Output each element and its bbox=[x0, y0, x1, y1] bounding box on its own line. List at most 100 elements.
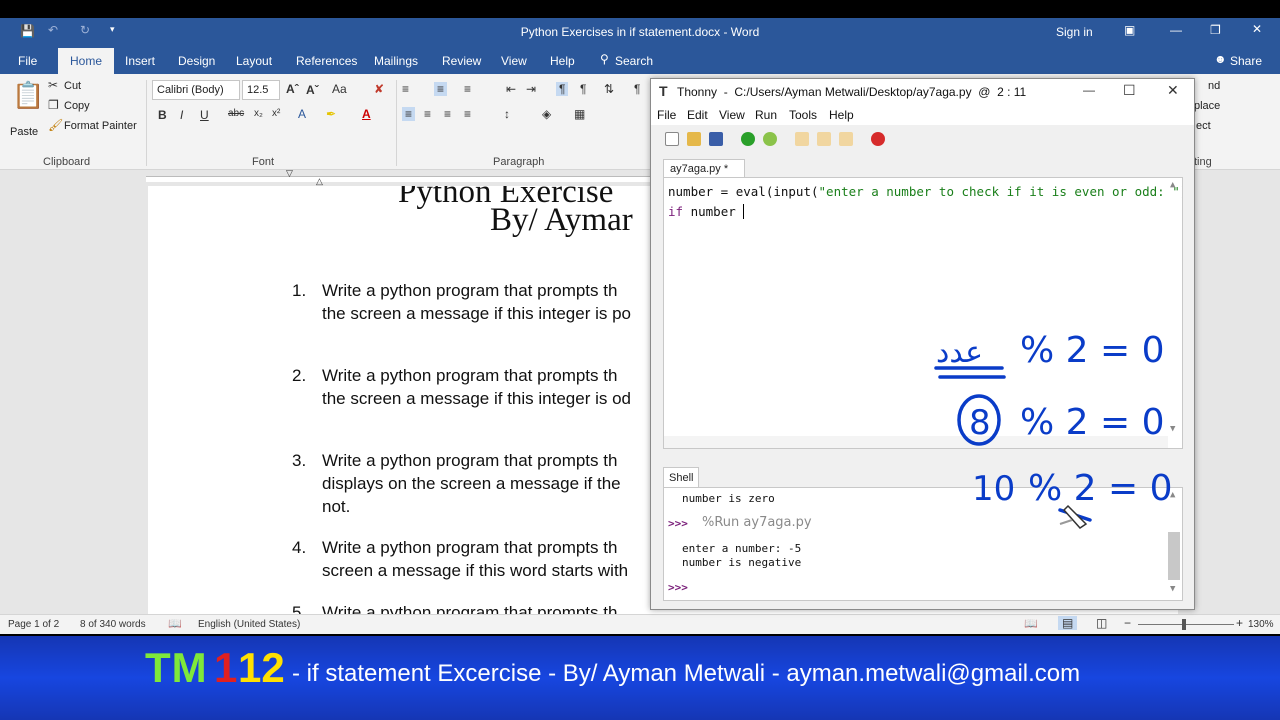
highlight-icon[interactable]: ✒ bbox=[326, 107, 336, 121]
step-out-icon[interactable] bbox=[839, 132, 853, 146]
new-file-icon[interactable] bbox=[665, 132, 679, 146]
font-size-dropdown[interactable]: 12.5 bbox=[242, 80, 280, 100]
zoom-level[interactable]: 130% bbox=[1248, 619, 1274, 630]
sort-icon[interactable]: ⇅ bbox=[604, 82, 614, 96]
decrease-indent-icon[interactable]: ⇤ bbox=[506, 82, 516, 96]
copy-icon[interactable]: ❐ bbox=[48, 98, 59, 112]
ltr-icon[interactable]: ¶ bbox=[556, 82, 569, 96]
clear-formatting-icon[interactable]: ✘ bbox=[374, 82, 384, 96]
page-count[interactable]: Page 1 of 2 bbox=[8, 619, 59, 630]
paste-icon[interactable]: 📋 bbox=[12, 80, 44, 111]
tab-view[interactable]: View bbox=[501, 54, 527, 68]
scroll-down-icon[interactable]: ▼ bbox=[1170, 584, 1175, 594]
menu-file[interactable]: File bbox=[657, 108, 676, 122]
ribbon-display-icon[interactable]: ▣ bbox=[1124, 23, 1135, 37]
thonny-titlebar: T Thonny - C:/Users/Ayman Metwali/Deskto… bbox=[651, 79, 1194, 105]
save-icon[interactable] bbox=[709, 132, 723, 146]
maximize-icon[interactable]: ☐ bbox=[1123, 82, 1136, 99]
shrink-font-icon[interactable]: Aˇ bbox=[306, 83, 319, 97]
bold-icon[interactable]: B bbox=[158, 108, 167, 122]
italic-icon[interactable]: I bbox=[180, 108, 183, 122]
proofing-icon[interactable]: 📖 bbox=[168, 617, 182, 630]
indent-marker-icon[interactable]: ▽ bbox=[286, 168, 293, 179]
banner-course-number: 12 bbox=[238, 644, 285, 691]
web-layout-icon[interactable]: ◫ bbox=[1096, 616, 1107, 630]
menu-edit[interactable]: Edit bbox=[687, 108, 708, 122]
grow-font-icon[interactable]: Aˆ bbox=[286, 82, 299, 96]
menu-view[interactable]: View bbox=[719, 108, 745, 122]
run-icon[interactable] bbox=[741, 132, 755, 146]
tab-mailings[interactable]: Mailings bbox=[374, 54, 418, 68]
tab-references[interactable]: References bbox=[296, 54, 357, 68]
menu-tools[interactable]: Tools bbox=[789, 108, 817, 122]
shell-tab[interactable]: Shell bbox=[663, 467, 699, 487]
shading-icon[interactable]: ◈ bbox=[542, 107, 551, 121]
clipboard-group-label: Clipboard bbox=[43, 156, 91, 168]
tab-home[interactable]: Home bbox=[58, 48, 115, 74]
align-right-icon[interactable]: ≡ bbox=[444, 107, 451, 121]
zoom-out-icon[interactable]: − bbox=[1124, 616, 1131, 630]
borders-icon[interactable]: ▦ bbox=[574, 107, 585, 121]
justify-icon[interactable]: ≡ bbox=[464, 107, 471, 121]
read-mode-icon[interactable]: 📖 bbox=[1024, 617, 1038, 630]
increase-indent-icon[interactable]: ⇥ bbox=[526, 82, 536, 96]
ruler-track bbox=[146, 176, 666, 182]
cut-button[interactable]: Cut bbox=[64, 80, 81, 92]
find-button[interactable]: nd bbox=[1208, 80, 1220, 92]
tab-layout[interactable]: Layout bbox=[236, 54, 272, 68]
close-icon[interactable]: ✕ bbox=[1252, 22, 1262, 36]
zoom-slider-thumb[interactable] bbox=[1182, 619, 1186, 630]
menu-run[interactable]: Run bbox=[755, 108, 777, 122]
tab-file[interactable]: File bbox=[18, 54, 37, 68]
cut-icon[interactable]: ✂ bbox=[48, 78, 58, 92]
debug-icon[interactable] bbox=[763, 132, 777, 146]
thonny-window-title: Thonny - C:/Users/Ayman Metwali/Desktop/… bbox=[677, 85, 1027, 99]
superscript-icon[interactable]: x² bbox=[272, 108, 280, 119]
scroll-up-icon[interactable]: ▲ bbox=[1170, 180, 1175, 190]
tab-help[interactable]: Help bbox=[550, 54, 575, 68]
rtl-icon[interactable]: ¶ bbox=[580, 82, 586, 96]
share-button[interactable]: Share bbox=[1230, 54, 1262, 68]
font-color-icon[interactable]: A bbox=[362, 107, 371, 121]
bullets-icon[interactable]: ≡ bbox=[402, 82, 409, 96]
minimize-icon[interactable]: — bbox=[1170, 23, 1182, 37]
text-effects-icon[interactable]: A bbox=[298, 107, 306, 121]
align-left-icon[interactable]: ≡ bbox=[402, 107, 416, 121]
align-center-icon[interactable]: ≡ bbox=[424, 107, 431, 121]
open-folder-icon[interactable] bbox=[687, 132, 701, 146]
editor-tab[interactable]: ay7aga.py * × bbox=[663, 159, 745, 187]
signin-link[interactable]: Sign in bbox=[1056, 25, 1093, 39]
language-indicator[interactable]: English (United States) bbox=[198, 619, 300, 630]
stop-icon[interactable] bbox=[871, 132, 885, 146]
step-into-icon[interactable] bbox=[817, 132, 831, 146]
line-spacing-icon[interactable]: ↕ bbox=[504, 107, 510, 121]
tab-insert[interactable]: Insert bbox=[125, 54, 155, 68]
code-line-1: number = eval(input("enter a number to c… bbox=[668, 184, 1182, 199]
print-layout-icon[interactable]: ▤ bbox=[1058, 616, 1078, 630]
underline-icon[interactable]: U bbox=[200, 108, 209, 122]
multilevel-list-icon[interactable]: ≡ bbox=[464, 82, 471, 96]
format-painter-button[interactable]: Format Painter bbox=[64, 120, 137, 132]
replace-button[interactable]: place bbox=[1194, 100, 1220, 112]
menu-help[interactable]: Help bbox=[829, 108, 854, 122]
paste-button[interactable]: Paste bbox=[10, 126, 38, 138]
zoom-in-icon[interactable]: + bbox=[1236, 616, 1243, 630]
tell-me-search[interactable]: Search bbox=[615, 54, 653, 68]
change-case-icon[interactable]: Aa bbox=[332, 82, 347, 96]
close-icon[interactable]: ✕ bbox=[1167, 82, 1179, 99]
font-name-dropdown[interactable]: Calibri (Body) bbox=[152, 80, 240, 100]
tab-review[interactable]: Review bbox=[442, 54, 481, 68]
tab-design[interactable]: Design bbox=[178, 54, 215, 68]
strikethrough-icon[interactable]: abc bbox=[228, 108, 244, 119]
subscript-icon[interactable]: x₂ bbox=[254, 108, 263, 119]
select-button[interactable]: ect bbox=[1196, 120, 1211, 132]
zoom-slider[interactable] bbox=[1138, 624, 1234, 625]
restore-icon[interactable]: ❐ bbox=[1210, 23, 1221, 37]
step-over-icon[interactable] bbox=[795, 132, 809, 146]
show-marks-icon[interactable]: ¶ bbox=[634, 82, 640, 96]
numbering-icon[interactable]: ≡ bbox=[434, 82, 448, 96]
word-count[interactable]: 8 of 340 words bbox=[80, 619, 146, 630]
copy-button[interactable]: Copy bbox=[64, 100, 90, 112]
format-painter-icon[interactable]: 🖌 bbox=[48, 118, 63, 132]
minimize-icon[interactable]: — bbox=[1083, 83, 1095, 97]
